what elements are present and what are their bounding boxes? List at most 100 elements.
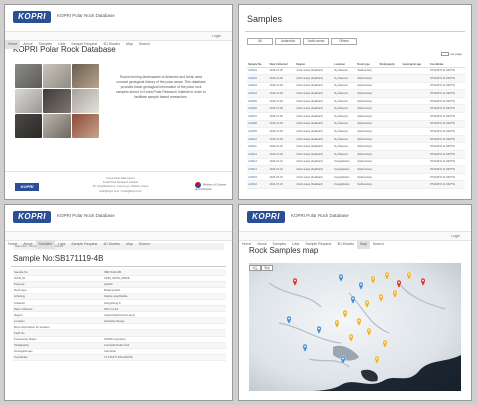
column-header[interactable]: Location xyxy=(333,58,357,68)
table-cell xyxy=(401,135,429,144)
sample-number-link[interactable]: A19008 xyxy=(247,120,269,129)
nav-item-samples[interactable]: Samples xyxy=(35,240,56,249)
table-cell: 2014-07-30 xyxy=(268,74,296,83)
column-header[interactable]: Geological age xyxy=(401,58,429,68)
sample-number-link[interactable]: A19001 xyxy=(247,67,269,76)
footer-email[interactable]: kpdc@kopri.re.kr / rocks@kopri.re.kr xyxy=(73,190,168,194)
nav-item-sample-request[interactable]: Sample Request xyxy=(302,240,334,249)
table-row[interactable]: A19012 2014-07-31 Arctic areas (Svalbard) N… xyxy=(247,150,465,159)
column-header[interactable]: Sample No. xyxy=(247,58,269,68)
nav-item-lists[interactable]: Lists xyxy=(289,240,302,249)
sample-number-link[interactable]: A19010 xyxy=(247,135,269,144)
table-row[interactable]: A19008 2014-07-30 Arctic areas (Svalbard) N… xyxy=(247,120,465,129)
site-brand[interactable]: KOPRI Polar Rock Database xyxy=(291,213,349,218)
nav-item-3d-models[interactable]: 3D Models xyxy=(100,240,123,249)
nav-item-map[interactable]: Map xyxy=(123,40,136,49)
table-row[interactable]: A19014 2014-07-31 Arctic areas (Svalbard) K… xyxy=(247,165,465,174)
table-row[interactable]: A19004 2014-07-30 Arctic areas (Svalbard) N… xyxy=(247,89,465,98)
sample-number-link[interactable]: A19014 xyxy=(247,165,269,174)
column-header[interactable]: Coordinate xyxy=(428,58,465,68)
filter-all-button[interactable]: All xyxy=(247,38,273,45)
kopri-logo[interactable]: KOPRI xyxy=(13,11,51,23)
sample-number-link[interactable]: A19007 xyxy=(247,112,269,121)
table-cell: 78.9244°N 11.9307°E xyxy=(428,165,465,174)
nav-item-lists[interactable]: Lists xyxy=(55,240,68,249)
sample-number-link[interactable]: A19016 xyxy=(247,180,269,189)
page-title: Sample No:SB171119-4B xyxy=(13,254,104,263)
table-cell xyxy=(378,127,402,136)
table-cell: 78.9244°N 11.9307°E xyxy=(428,158,465,167)
nav-item-samples[interactable]: Samples xyxy=(36,40,56,49)
table-row[interactable]: A19011 2014-07-31 Arctic areas (Svalbard) N… xyxy=(247,142,465,152)
column-header[interactable]: Region xyxy=(295,58,334,68)
table-row[interactable]: A19015 2014-07-31 Arctic areas (Svalbard) K… xyxy=(247,173,465,182)
column-header[interactable]: Stratigraphy xyxy=(378,58,402,68)
login-link[interactable]: Login xyxy=(448,232,463,241)
sample-number-link[interactable]: A19006 xyxy=(247,104,269,114)
table-cell xyxy=(401,165,429,174)
table-cell: Kongsfjorden xyxy=(333,158,357,167)
nav-item-search[interactable]: Search xyxy=(136,240,153,249)
nav-item-3d-models[interactable]: 3D Models xyxy=(334,240,357,249)
filter-others-button[interactable]: Others xyxy=(331,38,357,45)
site-brand[interactable]: KOPRI Polar Rock Database xyxy=(57,213,115,218)
rock-samples-map[interactable] xyxy=(249,263,461,391)
sample-number-link[interactable]: A19012 xyxy=(247,150,269,159)
per-page-select[interactable]: per page xyxy=(441,52,462,57)
satellite-map[interactable] xyxy=(249,263,461,391)
nav-item-search[interactable]: Search xyxy=(370,240,387,249)
sample-number-link[interactable]: A19015 xyxy=(247,173,269,182)
nav-item-sample-request[interactable]: Sample Request xyxy=(68,40,100,49)
sample-number-link[interactable]: A19013 xyxy=(247,158,269,167)
nav-item-about[interactable]: About xyxy=(20,40,35,49)
table-cell: Ny-Ålesund xyxy=(333,142,357,152)
kopri-logo[interactable]: KOPRI xyxy=(13,211,51,223)
table-row[interactable]: A19010 2014-07-30 Arctic areas (Svalbard) N… xyxy=(247,135,465,144)
table-cell: Ny-Ålesund xyxy=(333,82,357,91)
nav-item-about[interactable]: About xyxy=(20,240,35,249)
table-cell: 78.9244°N 11.9307°E xyxy=(428,150,465,159)
table-row[interactable]: A19002 2014-07-30 Arctic areas (Svalbard) N… xyxy=(247,74,465,83)
column-header[interactable]: Date Collected xyxy=(268,58,296,68)
table-cell: Sedimentary xyxy=(356,142,379,152)
table-row[interactable]: A19005 2014-07-30 Arctic areas (Svalbard) N… xyxy=(247,97,465,106)
nav-item-3d-models[interactable]: 3D Models xyxy=(100,40,123,49)
nav-item-samples[interactable]: Samples xyxy=(270,240,290,249)
table-cell: Sedimentary xyxy=(356,67,379,76)
login-link[interactable]: Login xyxy=(209,32,224,41)
table-row[interactable]: A19006 2014-07-30 Arctic areas (Svalbard) N… xyxy=(247,104,465,114)
column-header[interactable]: Rock type xyxy=(356,58,379,68)
table-row[interactable]: A19007 2014-07-30 Arctic areas (Svalbard) N… xyxy=(247,112,465,121)
site-brand[interactable]: KOPRI Polar Rock Database xyxy=(57,13,115,18)
sample-detail-table: Sample No SB171119-4B IGSN_ID KPRI_SPOS_000… xyxy=(13,269,226,361)
sample-number-link[interactable]: A19004 xyxy=(247,89,269,98)
filter-antarctica-button[interactable]: Antarctica xyxy=(275,38,301,45)
table-row[interactable]: A19016 2014-07-31 Arctic areas (Svalbard) K… xyxy=(247,180,465,189)
per-page-dropdown[interactable] xyxy=(441,52,450,57)
kopri-logo[interactable]: KOPRI xyxy=(247,211,285,223)
samples-list-panel: Samples All Antarctica Arctic areas Othe… xyxy=(238,4,472,200)
nav-item-home[interactable]: Home xyxy=(5,40,21,49)
table-row[interactable]: A19003 2014-07-30 Arctic areas (Svalbard) N… xyxy=(247,82,465,91)
main-nav: Home About Samples Lists Sample Request 3D Mo… xyxy=(239,231,471,249)
table-row[interactable]: A19001 2014-07-30 Arctic areas (Svalbard) N… xyxy=(247,67,465,76)
sample-number-link[interactable]: A19005 xyxy=(247,97,269,106)
nav-item-map[interactable]: Map xyxy=(356,240,370,249)
nav-item-lists[interactable]: Lists xyxy=(55,40,68,49)
map-type-satellite-button[interactable]: 위성 xyxy=(261,265,273,271)
nav-item-sample-request[interactable]: Sample Request xyxy=(68,240,100,249)
sample-number-link[interactable]: A19011 xyxy=(247,142,269,152)
filter-arctic-button[interactable]: Arctic areas xyxy=(303,38,329,45)
nav-item-about[interactable]: About xyxy=(254,240,269,249)
table-row[interactable]: A19013 2014-07-31 Arctic areas (Svalbard) K… xyxy=(247,158,465,167)
sample-number-link[interactable]: A19003 xyxy=(247,82,269,91)
table-cell: 78.9244°N 11.9307°E xyxy=(428,97,465,106)
nav-item-home[interactable]: Home xyxy=(5,240,20,249)
map-type-map-button[interactable]: 지도 xyxy=(249,265,261,271)
sample-number-link[interactable]: A19002 xyxy=(247,74,269,83)
nav-item-map[interactable]: Map xyxy=(123,240,136,249)
sample-number-link[interactable]: A19009 xyxy=(247,127,269,136)
nav-item-home[interactable]: Home xyxy=(239,240,254,249)
nav-item-search[interactable]: Search xyxy=(136,40,153,49)
table-row[interactable]: A19009 2014-07-30 Arctic areas (Svalbard) N… xyxy=(247,127,465,136)
